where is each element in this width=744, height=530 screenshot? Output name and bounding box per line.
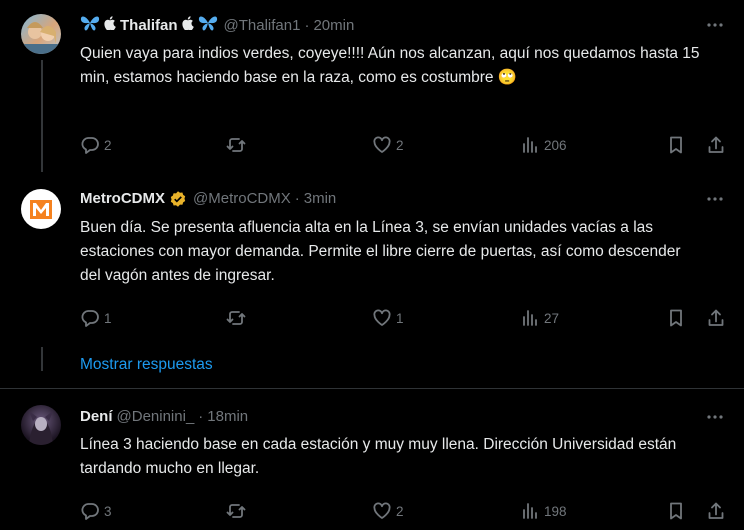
reply-button[interactable]: 3	[80, 501, 112, 521]
like-count: 2	[396, 503, 404, 519]
views-icon	[523, 310, 537, 326]
apple-icon	[181, 16, 194, 36]
reply-count: 2	[104, 137, 112, 153]
tweet-text: Buen día. Se presenta afluencia alta en …	[80, 219, 681, 284]
butterfly-icon	[198, 15, 218, 37]
timestamp[interactable]: 18min	[207, 407, 248, 427]
bookmark-button[interactable]	[666, 308, 686, 328]
views-button[interactable]: 198	[520, 501, 567, 521]
retweet-button[interactable]	[226, 501, 250, 521]
share-icon	[708, 502, 724, 519]
timestamp[interactable]: 20min	[313, 16, 354, 36]
bookmark-button[interactable]	[666, 135, 686, 155]
retweet-button[interactable]	[226, 308, 250, 328]
bookmark-icon	[670, 136, 682, 154]
bookmark-button[interactable]	[666, 501, 686, 521]
show-replies-link[interactable]: Mostrar respuestas	[80, 355, 213, 375]
avatar[interactable]	[21, 14, 61, 54]
tweet-text: Quien vaya para indios verdes, coyeye!!!…	[80, 45, 700, 86]
separator-dot: ·	[198, 408, 204, 425]
like-icon	[373, 309, 391, 326]
views-button[interactable]: 206	[520, 135, 567, 155]
more-icon[interactable]	[705, 15, 725, 40]
views-button[interactable]: 27	[520, 308, 559, 328]
reply-icon	[81, 137, 99, 154]
bookmark-icon	[670, 502, 682, 520]
separator-dot: ·	[304, 17, 310, 34]
thread-line	[41, 347, 43, 371]
reply-count: 1	[104, 310, 112, 326]
share-icon	[708, 136, 724, 153]
like-button[interactable]: 2	[372, 135, 404, 155]
divider	[0, 388, 744, 389]
like-icon	[373, 136, 391, 153]
thread-line	[41, 60, 43, 172]
like-icon	[373, 502, 391, 519]
timestamp[interactable]: 3min	[304, 189, 337, 209]
avatar[interactable]	[21, 405, 61, 445]
verified-badge-icon	[169, 190, 187, 208]
views-icon	[523, 503, 537, 519]
handle[interactable]: @Thalifan1	[224, 16, 301, 36]
separator-dot: ·	[294, 190, 300, 207]
reply-icon	[81, 310, 99, 327]
reply-button[interactable]: 1	[80, 308, 112, 328]
handle[interactable]: @MetroCDMX	[193, 189, 291, 209]
retweet-button[interactable]	[226, 135, 250, 155]
more-icon[interactable]	[705, 189, 725, 214]
share-button[interactable]	[706, 308, 726, 328]
retweet-icon	[226, 311, 246, 325]
tweet-text: Línea 3 haciendo base en cada estación y…	[80, 436, 677, 477]
views-count: 27	[544, 310, 560, 326]
share-button[interactable]	[706, 135, 726, 155]
display-name[interactable]: Thalifan	[120, 16, 178, 36]
retweet-icon	[226, 504, 246, 518]
handle[interactable]: @Deninini_	[117, 407, 195, 427]
reply-button[interactable]: 2	[80, 135, 112, 155]
more-icon[interactable]	[705, 407, 725, 432]
like-count: 1	[396, 310, 404, 326]
display-name[interactable]: Dení	[80, 407, 113, 427]
reply-icon	[81, 503, 99, 520]
display-name[interactable]: MetroCDMX	[80, 189, 165, 209]
views-count: 206	[544, 137, 567, 153]
reply-count: 3	[104, 503, 112, 519]
views-icon	[523, 137, 537, 153]
retweet-icon	[226, 138, 246, 152]
share-button[interactable]	[706, 501, 726, 521]
avatar[interactable]	[21, 189, 61, 229]
like-button[interactable]: 1	[372, 308, 404, 328]
like-button[interactable]: 2	[372, 501, 404, 521]
bookmark-icon	[670, 309, 682, 327]
like-count: 2	[396, 137, 404, 153]
share-icon	[708, 309, 724, 326]
views-count: 198	[544, 503, 567, 519]
butterfly-icon	[80, 15, 100, 37]
apple-icon	[104, 16, 116, 36]
